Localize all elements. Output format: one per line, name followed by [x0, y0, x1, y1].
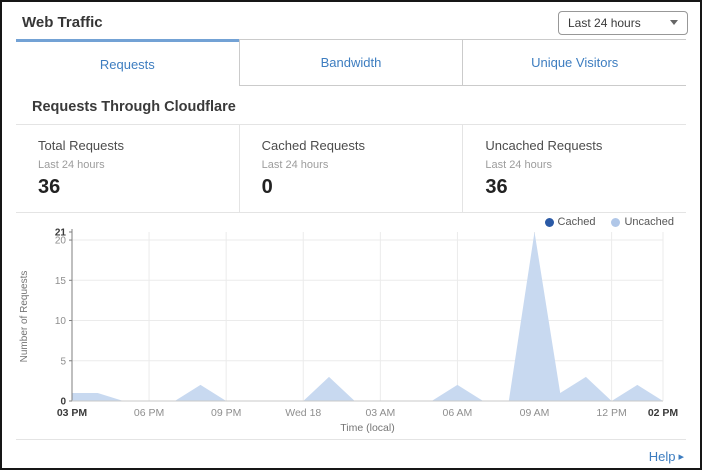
page-title: Web Traffic: [22, 14, 103, 31]
svg-text:Wed 18: Wed 18: [285, 407, 321, 419]
svg-text:09 PM: 09 PM: [211, 407, 241, 419]
requests-chart: CachedUncached 051015202103 PM06 PM09 PM…: [16, 213, 686, 439]
stat-label: Cached Requests: [262, 138, 463, 153]
stat-uncached-requests: Uncached Requests Last 24 hours 36: [462, 125, 686, 212]
svg-text:10: 10: [55, 316, 67, 327]
legend-dot-cached: [545, 218, 554, 227]
svg-text:15: 15: [55, 276, 67, 287]
arrow-right-icon: ▸: [678, 450, 684, 463]
svg-text:06 PM: 06 PM: [134, 407, 164, 419]
stat-value: 0: [262, 176, 463, 199]
svg-text:0: 0: [60, 397, 66, 408]
svg-text:Time (local): Time (local): [340, 422, 394, 434]
svg-text:09 AM: 09 AM: [520, 407, 550, 419]
help-label: Help: [649, 449, 676, 464]
help-link[interactable]: Help ▸: [649, 449, 684, 464]
legend-label: Uncached: [624, 216, 674, 228]
web-traffic-panel: Web Traffic Last 24 hours Requests Bandw…: [0, 0, 702, 470]
legend-item-uncached[interactable]: Uncached: [611, 216, 674, 228]
svg-text:06 AM: 06 AM: [443, 407, 473, 419]
time-range-value: Last 24 hours: [568, 16, 641, 30]
stat-cached-requests: Cached Requests Last 24 hours 0: [239, 125, 463, 212]
panel-footer: Help ▸: [16, 439, 686, 464]
svg-text:03 PM: 03 PM: [57, 407, 88, 419]
tab-requests-label: Requests: [100, 57, 155, 72]
tab-bandwidth[interactable]: Bandwidth: [239, 39, 463, 86]
tab-unique-visitors-label: Unique Visitors: [531, 55, 618, 70]
tab-bar: Requests Bandwidth Unique Visitors: [16, 39, 686, 86]
stat-period: Last 24 hours: [262, 159, 463, 171]
stat-period: Last 24 hours: [38, 159, 239, 171]
series-area-uncached: [72, 232, 663, 401]
panel-header: Web Traffic Last 24 hours: [2, 2, 700, 39]
svg-text:5: 5: [60, 356, 66, 367]
tab-requests[interactable]: Requests: [16, 39, 239, 86]
stat-value: 36: [38, 176, 239, 199]
stat-period: Last 24 hours: [485, 159, 686, 171]
stat-label: Total Requests: [38, 138, 239, 153]
svg-text:03 AM: 03 AM: [365, 407, 395, 419]
legend-label: Cached: [558, 216, 596, 228]
svg-text:02 PM: 02 PM: [648, 407, 679, 419]
stat-label: Uncached Requests: [485, 138, 686, 153]
y-axis-title: Number of Requests: [19, 271, 30, 363]
time-range-dropdown[interactable]: Last 24 hours: [558, 11, 688, 35]
svg-text:21: 21: [55, 228, 67, 239]
legend-item-cached[interactable]: Cached: [545, 216, 596, 228]
section-heading: Requests Through Cloudflare: [16, 86, 686, 125]
chart-legend: Cached Uncached: [545, 216, 674, 228]
tab-unique-visitors[interactable]: Unique Visitors: [462, 39, 686, 86]
area-chart-canvas: 051015202103 PM06 PM09 PMWed 1803 AM06 A…: [16, 213, 690, 439]
tab-bandwidth-label: Bandwidth: [321, 55, 382, 70]
legend-dot-uncached: [611, 218, 620, 227]
stat-total-requests: Total Requests Last 24 hours 36: [16, 125, 239, 212]
chevron-down-icon: [670, 20, 678, 25]
svg-text:12 PM: 12 PM: [596, 407, 626, 419]
stat-value: 36: [485, 176, 686, 199]
stats-row: Total Requests Last 24 hours 36 Cached R…: [16, 125, 686, 213]
